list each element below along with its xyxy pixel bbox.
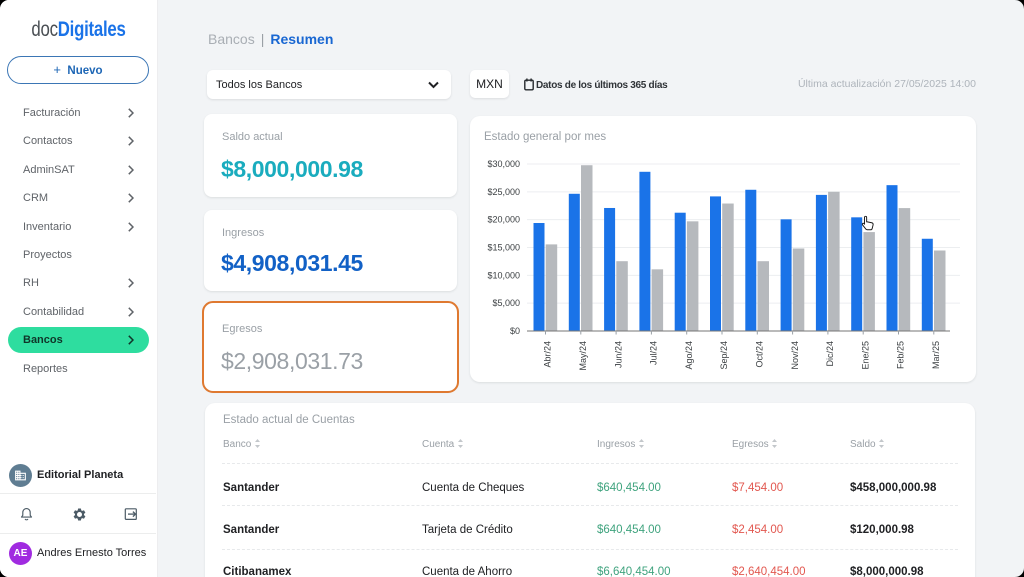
svg-text:Feb/25: Feb/25 [896, 341, 906, 369]
svg-text:$30,000: $30,000 [487, 159, 520, 169]
svg-text:Mar/25: Mar/25 [931, 341, 941, 369]
svg-text:$5,000: $5,000 [492, 298, 520, 308]
svg-text:$15,000: $15,000 [487, 243, 520, 253]
svg-text:Dic/24: Dic/24 [825, 341, 835, 367]
svg-text:Ago/24: Ago/24 [684, 341, 694, 370]
svg-text:Abr/24: Abr/24 [543, 341, 553, 368]
svg-text:May/24: May/24 [578, 341, 588, 371]
svg-text:$25,000: $25,000 [487, 187, 520, 197]
svg-text:Jun/24: Jun/24 [613, 341, 623, 368]
svg-text:$20,000: $20,000 [487, 215, 520, 225]
svg-text:Nov/24: Nov/24 [790, 341, 800, 370]
svg-text:Oct/24: Oct/24 [754, 341, 764, 368]
svg-text:$10,000: $10,000 [487, 270, 520, 280]
svg-text:$0: $0 [510, 326, 520, 336]
svg-text:Ene/25: Ene/25 [860, 341, 870, 370]
svg-text:Jul/24: Jul/24 [649, 341, 659, 365]
svg-text:Sep/24: Sep/24 [719, 341, 729, 370]
